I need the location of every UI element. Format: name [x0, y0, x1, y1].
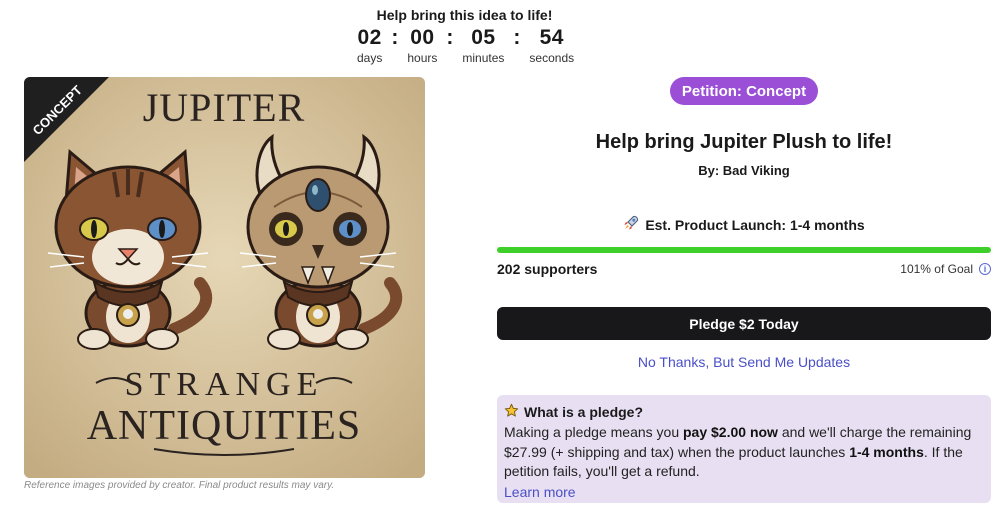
star-icon: [504, 403, 519, 421]
pledge-info-text-1: Making a pledge means you: [504, 424, 683, 440]
pledge-info-title: What is a pledge?: [524, 404, 644, 420]
supporters-count: 202 supporters: [497, 261, 598, 277]
countdown-hours: 00 hours: [407, 25, 437, 65]
countdown-separator: :: [391, 26, 399, 49]
minutes-value: 05: [471, 26, 496, 49]
funding-progress-fill: [497, 247, 991, 253]
days-value: 02: [357, 26, 382, 49]
pledge-info-box: What is a pledge? Making a pledge means …: [497, 395, 991, 503]
creator-byline: By: Bad Viking: [698, 163, 790, 178]
minutes-label: minutes: [462, 51, 505, 65]
countdown-heading: Help bring this idea to life!: [376, 7, 553, 23]
goal-percentage: 101% of Goal i: [900, 262, 991, 276]
pledge-info-heading: What is a pledge?: [504, 403, 984, 421]
pledge-info-body: Making a pledge means you pay $2.00 now …: [504, 423, 984, 482]
campaign-title: Help bring Jupiter Plush to life!: [595, 131, 893, 153]
countdown-minutes: 05 minutes: [462, 25, 504, 65]
countdown-days: 02 days: [357, 25, 382, 65]
days-label: days: [357, 51, 383, 65]
hours-value: 00: [410, 26, 435, 49]
rocket-icon: [623, 215, 639, 234]
countdown-separator: :: [513, 26, 521, 49]
hours-label: hours: [407, 51, 438, 65]
product-bottom-title-line2: ANTIQUITIES: [87, 403, 362, 449]
pledge-button[interactable]: Pledge $2 Today: [497, 307, 991, 340]
goal-text: 101% of Goal: [900, 262, 973, 276]
countdown-timer: 02 days : 00 hours : 05 minutes : 54 sec…: [357, 25, 574, 65]
launch-estimate-text: Est. Product Launch: 1-4 months: [645, 216, 865, 233]
pledge-info-timeframe: 1-4 months: [849, 443, 924, 460]
petition-status-badge: Petition: Concept: [670, 77, 818, 105]
countdown-seconds: 54 seconds: [529, 25, 574, 65]
seconds-value: 54: [539, 26, 564, 49]
seconds-label: seconds: [529, 51, 575, 65]
product-image[interactable]: CONCEPT JUPITER STRANGE ANTIQUITIES: [24, 77, 425, 478]
product-top-title: JUPITER: [143, 85, 306, 130]
product-illustration: CONCEPT JUPITER STRANGE ANTIQUITIES: [24, 77, 425, 478]
pledge-info-amount: pay $2.00 now: [683, 424, 778, 440]
learn-more-link[interactable]: Learn more: [504, 483, 984, 502]
image-disclaimer: Reference images provided by creator. Fi…: [24, 480, 335, 491]
info-icon[interactable]: i: [979, 263, 991, 275]
funding-progress-bar: [497, 247, 991, 253]
countdown-separator: :: [446, 26, 454, 49]
product-bottom-title-line1: STRANGE: [125, 366, 324, 403]
launch-estimate: Est. Product Launch: 1-4 months: [497, 215, 991, 234]
send-updates-link[interactable]: No Thanks, But Send Me Updates: [497, 354, 991, 370]
